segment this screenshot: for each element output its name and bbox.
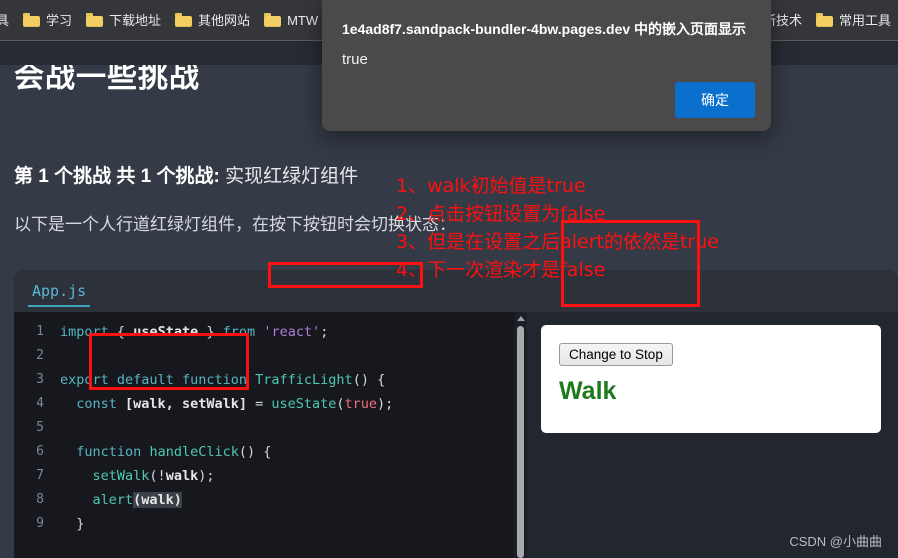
code-line: 3 export default function TrafficLight() … [14, 368, 514, 392]
bookmark-label: 下载地址 [109, 12, 162, 28]
line-number: 6 [36, 444, 44, 459]
folder-icon [175, 13, 193, 27]
code-text: alert(walk) [92, 492, 182, 508]
code-line: 5 [14, 416, 514, 440]
dialog-message: true [342, 51, 368, 68]
code-text: } [60, 516, 85, 532]
line-number: 1 [36, 324, 44, 339]
code-line: 6 function handleClick() { [14, 440, 514, 464]
preview-card: Change to Stop Walk [541, 325, 881, 433]
folder-icon [23, 13, 41, 27]
line-number: 3 [36, 372, 44, 387]
change-to-stop-button[interactable]: Change to Stop [559, 343, 673, 366]
code-line: 4 const [walk, setWalk] = useState(true)… [14, 392, 514, 416]
folder-icon [264, 13, 282, 27]
annotation-line-1: 1、walk初始值是true [396, 175, 586, 197]
code-text: const [walk, setWalk] = useState(true); [76, 396, 394, 412]
bookmark-label: 常用工具 [838, 12, 891, 28]
preview-pane: Change to Stop Walk [527, 312, 898, 558]
code-line: 2 [14, 344, 514, 368]
line-number: 9 [36, 516, 44, 531]
bookmark-label: 具 [0, 12, 10, 28]
folder-icon [815, 13, 833, 27]
line-number: 4 [36, 396, 44, 411]
code-editor[interactable]: 1 import { useState } from 'react'; 2 3 expo… [14, 312, 527, 558]
code-text: function handleClick() { [76, 444, 272, 460]
code-lines: 1 import { useState } from 'react'; 2 3 expo… [14, 320, 514, 536]
code-line: 8 alert(walk) [14, 488, 514, 512]
annotation-line-4: 4、下一次渲染才是false [396, 259, 606, 281]
code-line: 1 import { useState } from 'react'; [14, 320, 514, 344]
tab-label: App.js [32, 282, 87, 300]
line-number: 8 [36, 492, 44, 507]
bookmark-item[interactable]: 学习 [16, 10, 79, 30]
annotation-line-3: 3、但是在设置之后alert的依然是true [396, 231, 719, 253]
traffic-light-status: Walk [559, 377, 617, 405]
annotation-line-2: 2、点击按钮设置为false [396, 203, 606, 225]
watermark: CSDN @小曲曲 [789, 534, 882, 549]
sandpack-container: App.js 1 import { useState } from 'react'… [14, 270, 898, 558]
challenge-description: 以下是一个人行道红绿灯组件，在按下按钮时会切换状态： [14, 215, 456, 234]
dialog-ok-button[interactable]: 确定 [675, 82, 755, 118]
page-title: 会战一些挑战 [14, 65, 200, 94]
screen-root: 具 学习 下载地址 其他网站 MTW 新技术 常用工具 会战一些挑战 第 1 个… [0, 0, 898, 558]
page-content: 会战一些挑战 第 1 个挑战 共 1 个挑战: 实现红绿灯组件 以下是一个人行道… [0, 65, 898, 558]
bookmark-label: 其他网站 [198, 12, 251, 28]
line-number: 2 [36, 348, 44, 363]
editor-scrollbar[interactable] [514, 312, 527, 558]
challenge-heading: 第 1 个挑战 共 1 个挑战: 实现红绿灯组件 [14, 166, 358, 189]
tab-app-js[interactable]: App.js [14, 270, 104, 312]
bookmark-item[interactable]: 常用工具 [809, 10, 898, 30]
red-annotation-notes: 1、walk初始值是true 2、点击按钮设置为false 3、但是在设置之后a… [396, 172, 719, 284]
code-line: 7 setWalk(!walk); [14, 464, 514, 488]
line-number: 5 [36, 420, 44, 435]
code-text: import { useState } from 'react'; [60, 324, 329, 340]
bookmark-item[interactable]: 下载地址 [79, 10, 168, 30]
bookmark-item[interactable]: MTW [257, 10, 325, 30]
challenge-counter: 第 1 个挑战 共 1 个挑战: [14, 166, 220, 187]
code-line: 9 } [14, 512, 514, 536]
challenge-name: 实现红绿灯组件 [225, 166, 359, 187]
js-alert-dialog: 1e4ad8f7.sandpack-bundler-4bw.pages.dev … [322, 0, 771, 131]
bookmark-label: MTW [287, 12, 319, 28]
line-number: 7 [36, 468, 44, 483]
dialog-title: 1e4ad8f7.sandpack-bundler-4bw.pages.dev … [342, 21, 747, 37]
bookmark-label: 学习 [46, 12, 73, 28]
sandpack-body: 1 import { useState } from 'react'; 2 3 expo… [14, 312, 898, 558]
code-text: setWalk(!walk); [92, 468, 215, 484]
scrollbar-thumb[interactable] [517, 326, 524, 558]
bookmark-item[interactable]: 其他网站 [168, 10, 257, 30]
folder-icon [86, 13, 104, 27]
scroll-up-arrow-icon[interactable] [517, 316, 525, 321]
code-text: export default function TrafficLight() { [60, 372, 386, 388]
bookmark-item[interactable]: 具 [0, 11, 16, 30]
